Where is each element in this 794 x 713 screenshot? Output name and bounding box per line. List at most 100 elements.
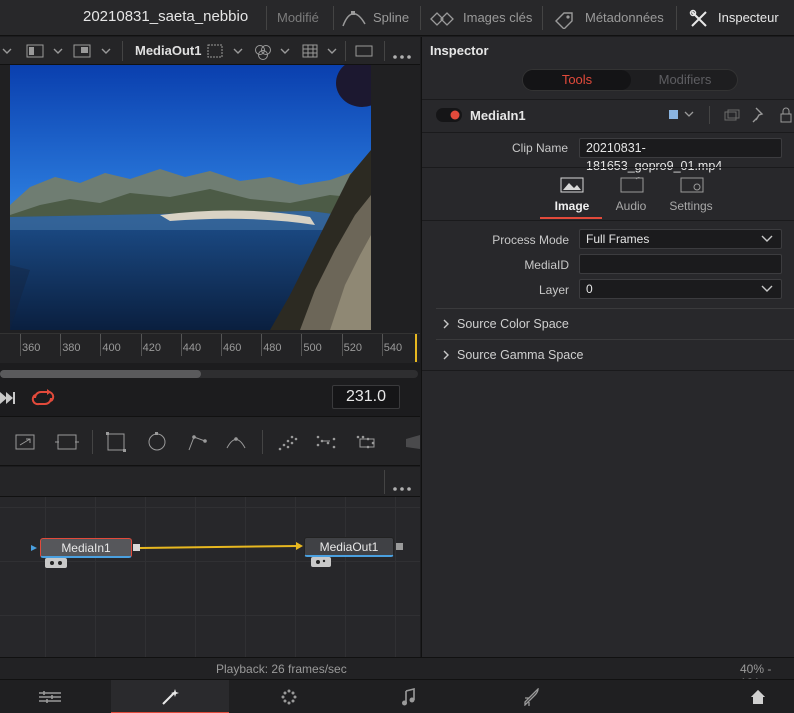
chevron-right-icon <box>443 319 449 329</box>
lut-icon[interactable] <box>207 44 223 61</box>
chevron-down-icon[interactable] <box>53 45 63 59</box>
scrub-bar-fill <box>0 370 201 378</box>
subtab-image[interactable]: Image <box>539 199 605 213</box>
current-frame-field[interactable]: 231.0 <box>332 385 400 409</box>
process-mode-dropdown[interactable]: Full Frames <box>579 229 782 249</box>
spline-button[interactable]: Spline <box>373 10 409 25</box>
viewer-mode-icon[interactable] <box>73 44 91 61</box>
layer-label: Layer <box>538 283 569 297</box>
ellipse-mask-icon[interactable] <box>146 431 168 453</box>
node-mediaout1[interactable]: MediaOut1 <box>304 537 394 557</box>
top-bar: 20210831_saeta_nebbio Modifié Spline Ima… <box>0 0 794 36</box>
inspector-tabs: Tools Modifiers <box>522 69 738 91</box>
lock-icon[interactable] <box>779 107 793 126</box>
tab-tools[interactable]: Tools <box>523 70 631 90</box>
chevron-down-icon <box>761 235 773 242</box>
ruler-tick-label: 400 <box>102 342 121 354</box>
ruler-tick-label: 540 <box>383 342 403 354</box>
viewer[interactable] <box>0 65 420 333</box>
divider <box>384 41 385 61</box>
node-name: MediaIn1 <box>470 108 526 123</box>
bspline-mask-icon[interactable] <box>225 431 247 453</box>
particle-emitter-icon[interactable] <box>276 431 298 453</box>
divider <box>122 41 123 61</box>
roi-icon[interactable] <box>355 45 373 60</box>
3d-shape-icon[interactable] <box>402 431 420 453</box>
ruler-tick-label: 440 <box>182 342 202 354</box>
loop-icon[interactable] <box>31 389 55 410</box>
scrub-bar[interactable] <box>0 370 418 378</box>
keyframes-icon <box>429 11 457 30</box>
color-page-icon <box>281 689 297 705</box>
ruler-tick <box>20 334 21 356</box>
page-fusion[interactable] <box>111 680 229 713</box>
clip-name-label: Clip Name <box>511 141 568 155</box>
layer-dropdown[interactable]: 0 <box>579 279 782 299</box>
section-label: Source Gamma Space <box>457 348 584 362</box>
transform-icon[interactable] <box>54 431 80 453</box>
divider <box>333 6 334 30</box>
viewer-name[interactable]: MediaOut1 <box>135 43 201 58</box>
chevron-down-icon[interactable] <box>101 45 111 59</box>
rectangle-mask-icon[interactable] <box>105 431 127 453</box>
metadata-button[interactable]: Métadonnées <box>585 10 664 25</box>
section-source-color-space[interactable]: Source Color Space <box>422 309 794 339</box>
divider <box>676 6 677 30</box>
subtab-settings[interactable]: Settings <box>658 199 724 213</box>
music-note-icon <box>402 688 415 706</box>
versions-icon[interactable] <box>724 109 740 124</box>
image-icon <box>560 177 584 196</box>
chevron-down-icon[interactable] <box>2 45 12 59</box>
tools-toolbar <box>0 416 420 466</box>
color-channels-icon[interactable] <box>254 44 272 63</box>
timeline-ruler[interactable]: 360 380 400 420 440 460 480 500 520 540 <box>0 333 420 363</box>
polygon-mask-icon[interactable] <box>186 431 208 453</box>
keyframes-button[interactable]: Images clés <box>463 10 532 25</box>
tab-modifiers[interactable]: Modifiers <box>631 70 739 90</box>
node-enable-toggle[interactable] <box>436 108 462 125</box>
clip-name-field[interactable]: 20210831-181653_gopro9_01.mp4 <box>579 138 782 173</box>
divider <box>420 6 421 30</box>
tools-icon <box>689 9 709 32</box>
more-options-icon[interactable] <box>393 480 411 494</box>
playhead[interactable] <box>415 334 417 362</box>
page-color[interactable] <box>235 680 345 713</box>
page-fairlight[interactable] <box>355 680 465 713</box>
divider <box>709 106 710 124</box>
node-mediain1[interactable]: MediaIn1 <box>40 538 132 558</box>
chevron-down-icon[interactable] <box>233 45 243 59</box>
pin-icon[interactable] <box>752 107 766 126</box>
chevron-down-icon[interactable] <box>327 45 337 59</box>
divider <box>384 470 385 494</box>
inspector-panel: Inspector Tools Modifiers MediaIn1 Clip … <box>421 37 794 657</box>
section-source-gamma-space[interactable]: Source Gamma Space <box>422 340 794 370</box>
divider <box>542 6 543 30</box>
particle-merge-icon[interactable] <box>354 431 380 453</box>
more-options-icon[interactable] <box>393 48 411 62</box>
chevron-down-icon[interactable] <box>280 45 290 59</box>
ruler-tick <box>341 334 343 356</box>
resize-icon[interactable] <box>14 431 36 453</box>
divider <box>262 430 263 454</box>
ruler-tick <box>180 334 182 356</box>
modified-status: Modifié <box>277 10 319 25</box>
media-id-field[interactable] <box>579 254 782 274</box>
layer-value: 0 <box>586 282 593 296</box>
page-edit[interactable] <box>0 680 110 713</box>
viewer-image <box>10 65 371 330</box>
node-color-icon[interactable] <box>669 109 695 124</box>
edit-page-icon <box>39 691 61 703</box>
grid-icon[interactable] <box>302 44 318 61</box>
inspector-button[interactable]: Inspecteur <box>718 10 779 25</box>
node-editor[interactable]: MediaIn1 MediaOut1 <box>0 497 420 657</box>
go-to-end-icon[interactable] <box>0 391 16 408</box>
ruler-tick <box>301 334 303 356</box>
layout-icon[interactable] <box>26 44 44 61</box>
status-bar: Playback: 26 frames/sec 40% - 131 <box>0 657 794 690</box>
page-deliver[interactable] <box>475 680 585 713</box>
subtab-audio[interactable]: Audio <box>598 199 664 213</box>
particle-render-icon[interactable] <box>314 431 340 453</box>
project-title: 20210831_saeta_nebbio <box>83 8 249 25</box>
spline-icon <box>341 8 367 33</box>
home-button[interactable] <box>700 680 794 713</box>
